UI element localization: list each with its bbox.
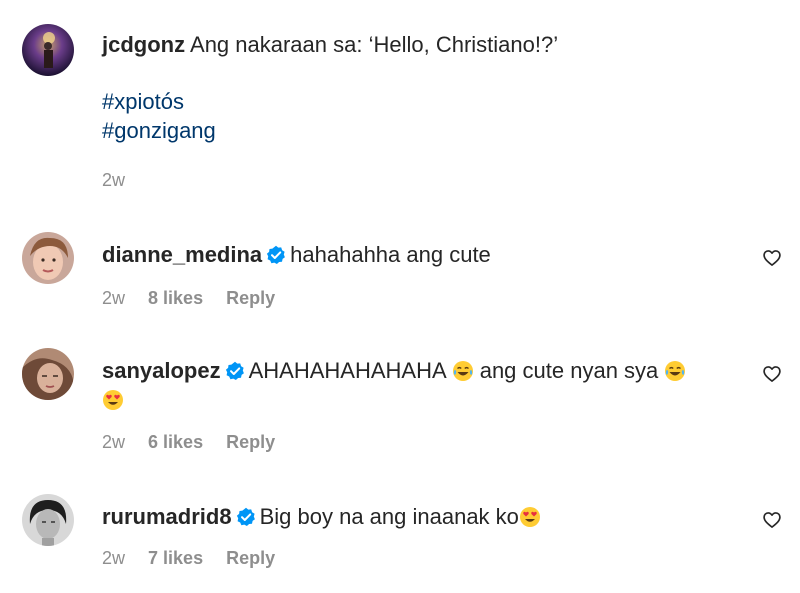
heart-outline-icon[interactable] [762, 364, 782, 384]
heart-eyes-emoji-icon [519, 507, 540, 527]
heart-eyes-emoji-icon [103, 390, 123, 410]
comment-text: Big boy na ang inaanak ko [259, 504, 519, 529]
reply-button[interactable]: Reply [226, 432, 275, 452]
hashtag-link[interactable]: #xpiotós [102, 87, 742, 116]
comment-text: hahahahha ang cute [290, 242, 491, 267]
avatar-sanyalopez[interactable] [22, 348, 74, 400]
verified-badge-icon [225, 361, 244, 380]
caption-text: Ang nakaraan sa: ‘Hello, Christiano!?’ [190, 32, 559, 57]
comment-likes[interactable]: 6 likes [148, 432, 203, 452]
caption-timestamp[interactable]: 2w [102, 170, 125, 190]
verified-badge-icon [267, 245, 286, 264]
comment-text: ang cute nyan sya [479, 358, 659, 383]
caption-username[interactable]: jcdgonz [102, 32, 185, 57]
comment-username[interactable]: sanyalopez [102, 358, 221, 383]
tears-of-joy-emoji-icon [452, 361, 473, 381]
avatar-dianne-medina[interactable] [22, 232, 74, 284]
tears-of-joy-emoji-icon [665, 361, 686, 381]
comment-text: AHAHAHAHAHAHA [248, 358, 446, 383]
heart-outline-icon[interactable] [762, 510, 782, 530]
comment-timestamp[interactable]: 2w [102, 288, 125, 308]
avatar-jcdgonz[interactable] [22, 24, 74, 76]
comment-username[interactable]: rurumadrid8 [102, 504, 232, 529]
comment-likes[interactable]: 7 likes [148, 548, 203, 568]
hashtag-link[interactable]: #gonzigang [102, 116, 742, 145]
comment-timestamp[interactable]: 2w [102, 432, 125, 452]
reply-button[interactable]: Reply [226, 548, 275, 568]
reply-button[interactable]: Reply [226, 288, 275, 308]
comment-timestamp[interactable]: 2w [102, 548, 125, 568]
heart-outline-icon[interactable] [762, 248, 782, 268]
avatar-rurumadrid8[interactable] [22, 494, 74, 546]
comment-likes[interactable]: 8 likes [148, 288, 203, 308]
comment-username[interactable]: dianne_medina [102, 242, 262, 267]
verified-badge-icon [236, 507, 255, 526]
